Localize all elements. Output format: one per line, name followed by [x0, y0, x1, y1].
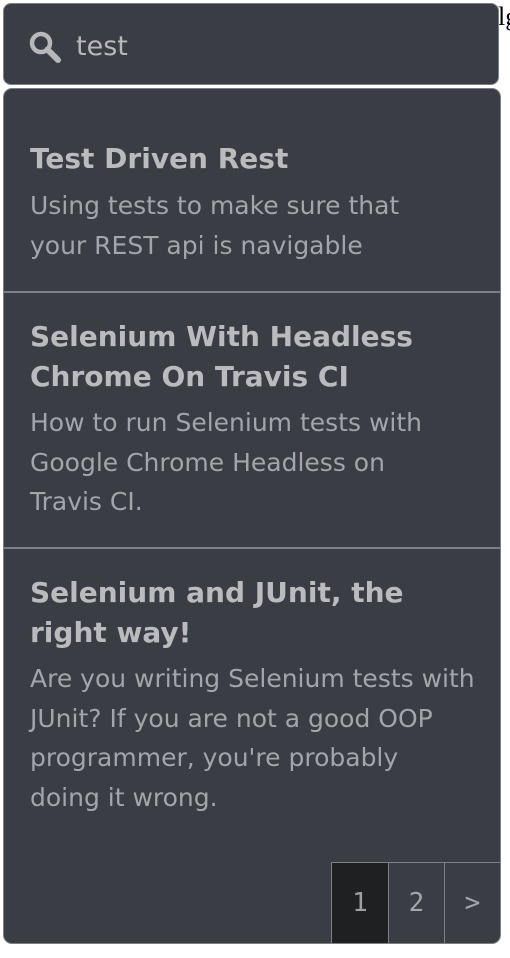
result-divider — [4, 291, 500, 293]
next-page-button[interactable]: > — [444, 863, 500, 943]
result-description: How to run Selenium tests with Google Ch… — [30, 408, 422, 516]
search-box[interactable] — [3, 3, 499, 85]
search-result-item[interactable]: Selenium and JUnit, the right way! Are y… — [4, 573, 500, 817]
search-results-panel: Test Driven Rest Using tests to make sur… — [3, 88, 501, 944]
search-input[interactable] — [76, 24, 476, 68]
result-title[interactable]: Selenium With Headless Chrome On Travis … — [30, 317, 450, 397]
pagination: 1 2 > — [331, 862, 500, 943]
search-icon — [28, 30, 62, 64]
page-2-button[interactable]: 2 — [388, 863, 444, 943]
background-page-text: lg — [498, 2, 510, 31]
search-result-item[interactable]: Selenium With Headless Chrome On Travis … — [4, 317, 500, 522]
search-result-item[interactable]: Test Driven Rest Using tests to make sur… — [4, 139, 500, 265]
result-description: Using tests to make sure that your REST … — [30, 191, 400, 260]
result-title[interactable]: Selenium and JUnit, the right way! — [30, 573, 450, 653]
result-description: Are you writing Selenium tests with JUni… — [30, 664, 475, 812]
result-title[interactable]: Test Driven Rest — [30, 139, 480, 179]
page-1-button[interactable]: 1 — [332, 863, 388, 943]
result-divider — [4, 547, 500, 549]
